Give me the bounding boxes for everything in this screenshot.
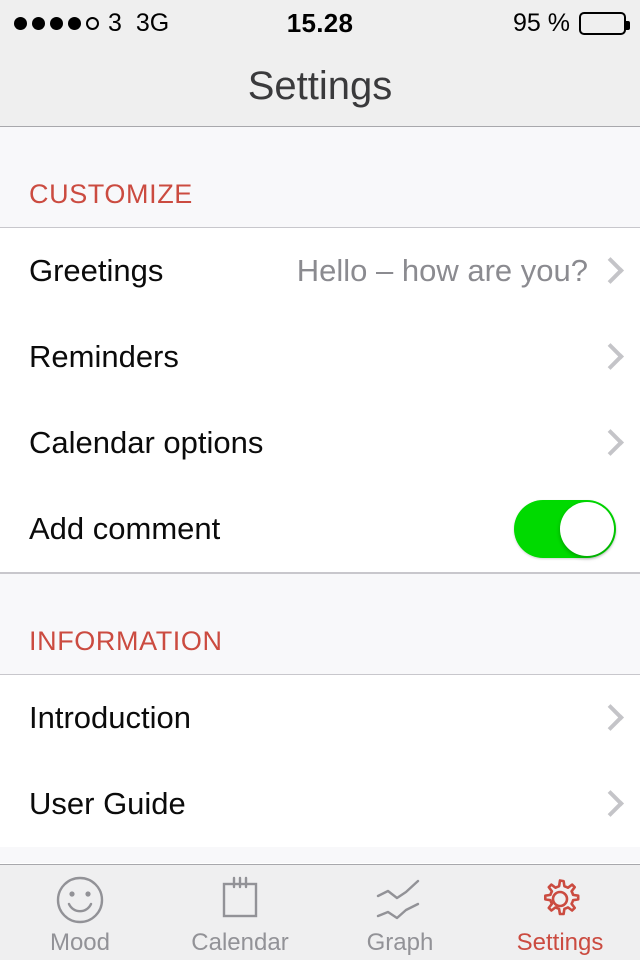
add-comment-toggle[interactable] [514,500,616,558]
battery-percentage-label: 95 % [513,8,570,37]
tab-graph[interactable]: Graph [320,865,480,960]
settings-row-add-comment[interactable]: Add comment [0,486,640,572]
tab-bar: Mood Calendar Graph Settings [0,864,640,960]
chevron-right-icon[interactable] [600,705,614,731]
settings-row-greetings[interactable]: Greetings Hello – how are you? [0,228,640,314]
tab-label: Settings [516,929,604,956]
settings-row-user-guide[interactable]: User Guide [0,761,640,847]
section-header-label: CUSTOMIZE [29,179,193,209]
row-label: Reminders [29,339,179,374]
section-customize-rows: Greetings Hello – how are you? Reminders… [0,228,640,573]
line-graph-icon [373,874,427,926]
tab-settings[interactable]: Settings [480,865,640,960]
battery-icon [579,11,630,35]
settings-row-reminders[interactable]: Reminders [0,314,640,400]
navigation-bar: Settings [0,46,640,127]
row-accessory [600,430,616,456]
tab-label: Graph [366,929,434,956]
settings-list: CUSTOMIZE Greetings Hello – how are you?… [0,127,640,863]
row-accessory: Hello – how are you? [297,253,616,289]
section-header-label: INFORMATION [29,626,223,656]
row-label: Add comment [29,511,221,546]
row-accessory [600,344,616,370]
settings-row-calendar-options[interactable]: Calendar options [0,400,640,486]
row-detail-value: Hello – how are you? [296,253,588,288]
section-header-information: INFORMATION [0,573,640,675]
row-accessory [600,791,616,817]
row-accessory [600,705,616,731]
gear-icon [533,874,587,926]
row-accessory [514,500,616,558]
calendar-icon [214,874,266,926]
chevron-right-icon[interactable] [600,430,614,456]
section-header-customize: CUSTOMIZE [0,127,640,228]
section-information-rows: Introduction User Guide [0,675,640,847]
toggle-knob [560,502,614,556]
smiley-face-icon [54,874,106,926]
settings-row-introduction[interactable]: Introduction [0,675,640,761]
tab-label: Calendar [191,929,289,956]
row-label: Calendar options [29,425,264,460]
battery-nub [626,20,630,30]
row-label: User Guide [29,786,186,821]
chevron-right-icon[interactable] [600,258,614,284]
row-label: Introduction [29,700,191,735]
row-label: Greetings [29,253,164,288]
page-title: Settings [247,63,393,108]
tab-calendar[interactable]: Calendar [160,865,320,960]
tab-mood[interactable]: Mood [0,865,160,960]
status-bar: 3 3G 15.28 95 % [0,0,640,46]
status-bar-right: 95 % [513,8,630,37]
chevron-right-icon[interactable] [600,791,614,817]
chevron-right-icon[interactable] [600,344,614,370]
tab-label: Mood [49,929,111,956]
